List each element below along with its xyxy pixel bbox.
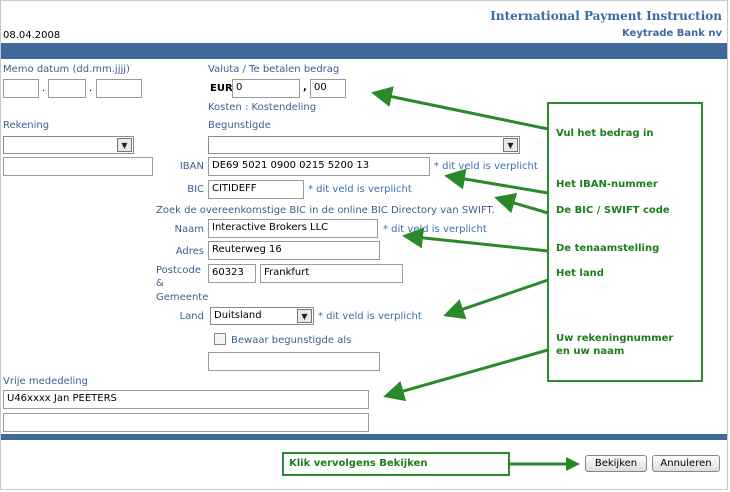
chevron-down-icon: ▼ [503, 138, 518, 152]
bic-required-note: * dit veld is verplicht [308, 184, 412, 195]
land-select[interactable]: Duitsland ▼ [210, 307, 314, 325]
bekijken-button[interactable]: Bekijken [585, 455, 647, 472]
footer-bar [1, 434, 727, 440]
memo-month-input[interactable] [48, 79, 86, 98]
chevron-down-icon: ▼ [117, 138, 132, 152]
postcode-ampersand: & [156, 278, 164, 289]
postcode-input[interactable]: 60323 [208, 264, 256, 283]
bewaar-checkbox[interactable] [214, 333, 226, 345]
memo-separator: . [42, 83, 46, 94]
header-bar [1, 43, 727, 59]
rekening-label: Rekening [3, 120, 50, 131]
memo-day-input[interactable] [3, 79, 39, 98]
bank-name: Keytrade Bank nv [621, 28, 722, 39]
bewaar-label: Bewaar begunstigde als [231, 335, 352, 346]
mededeling-label: Vrije mededeling [3, 376, 88, 387]
rekening-name-input[interactable] [3, 157, 153, 176]
annotation-iban: Het IBAN-nummer [556, 179, 658, 190]
naam-label: Naam [174, 224, 204, 235]
begunstigde-select[interactable]: ▼ [208, 136, 520, 154]
rekening-select[interactable]: ▼ [3, 136, 134, 154]
amount-decimal-input[interactable]: 00 [310, 79, 346, 98]
amount-integer-input[interactable]: 0 [232, 79, 300, 98]
annotation-rekening-line1: Uw rekeningnummer [556, 333, 674, 344]
land-label: Land [179, 311, 204, 322]
bic-input[interactable]: CITIDEFF [208, 180, 304, 199]
valuta-label: Valuta / Te betalen bedrag [208, 64, 340, 75]
chevron-down-icon: ▼ [297, 309, 312, 323]
memo-separator: . [89, 83, 93, 94]
begunstigde-label: Begunstigde [208, 120, 271, 131]
iban-label: IBAN [179, 161, 204, 172]
bic-label: BIC [187, 184, 204, 195]
memo-date-label: Memo datum (dd.mm.jjjj) [3, 64, 130, 75]
adres-label: Adres [175, 246, 204, 257]
iban-required-note: * dit veld is verplicht [434, 161, 538, 172]
adres-input[interactable]: Reuterweg 16 [208, 241, 380, 260]
postcode-label: Postcode [156, 265, 202, 276]
iban-input[interactable]: DE69 5021 0900 0215 5200 13 [208, 157, 430, 176]
naam-required-note: * dit veld is verplicht [383, 224, 487, 235]
annotation-klik: Klik vervolgens Bekijken [289, 458, 428, 469]
bewaar-name-input[interactable] [208, 352, 380, 371]
amount-separator: , [303, 82, 307, 93]
gemeente-label: Gemeente [156, 292, 209, 303]
mededeling-line2-input[interactable] [3, 413, 369, 432]
annotation-tenaamstelling: De tenaamstelling [556, 243, 660, 254]
annotation-rekening-line2: en uw naam [556, 346, 625, 357]
currency-label: EUR [210, 83, 233, 94]
mededeling-line1-input[interactable]: U46xxxx Jan PEETERS [3, 390, 369, 409]
annotation-bedrag: Vul het bedrag in [556, 128, 654, 139]
annotation-bic: De BIC / SWIFT code [556, 205, 670, 216]
page-title: International Payment Instruction [490, 9, 722, 23]
bic-directory-link[interactable]: Zoek de overeenkomstige BIC in de online… [156, 205, 495, 216]
memo-year-input[interactable] [96, 79, 142, 98]
gemeente-input[interactable]: Frankfurt [260, 264, 403, 283]
land-selected-value: Duitsland [214, 310, 262, 321]
current-date: 08.04.2008 [3, 30, 61, 41]
naam-input[interactable]: Interactive Brokers LLC [208, 219, 378, 238]
kosten-label: Kosten : Kostendeling [208, 102, 317, 113]
annotation-land: Het land [556, 268, 604, 279]
land-required-note: * dit veld is verplicht [318, 311, 422, 322]
annuleren-button[interactable]: Annuleren [652, 455, 720, 472]
